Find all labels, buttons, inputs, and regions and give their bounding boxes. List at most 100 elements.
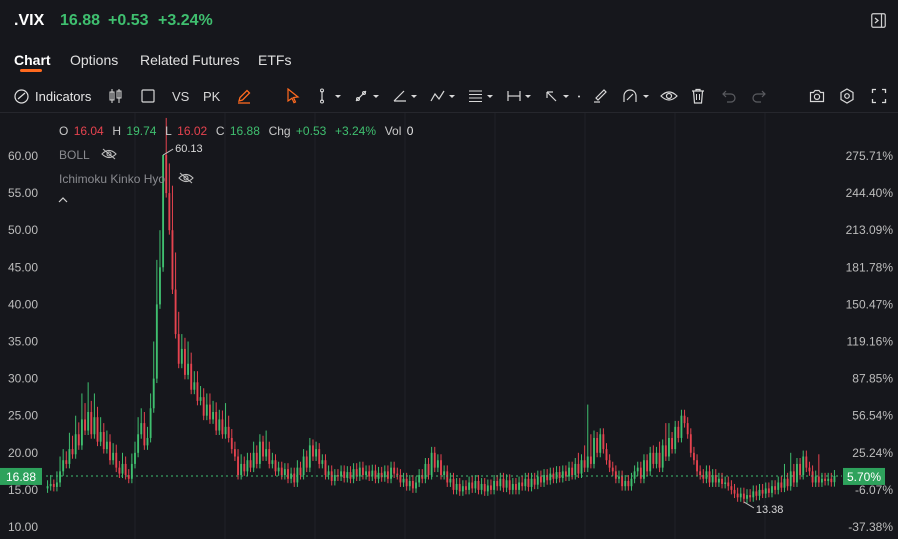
candle-body: [65, 460, 68, 464]
close-label: C: [215, 124, 225, 138]
vertical-line-tool[interactable]: [316, 87, 342, 105]
delete-drawings-button[interactable]: [691, 87, 705, 105]
candle-body: [233, 449, 236, 457]
candle-body: [418, 475, 421, 483]
boll-hidden-eye-icon[interactable]: [101, 148, 117, 160]
candle-body: [777, 482, 780, 490]
candle-body: [511, 483, 514, 490]
tab-related-futures[interactable]: Related Futures: [140, 52, 240, 68]
candle-body: [824, 478, 827, 481]
candle-body: [652, 452, 655, 464]
candle-body: [814, 476, 817, 483]
y-axis-pct-tick-label: 244.40%: [846, 186, 894, 200]
y-axis-tick-label: 20.00: [8, 446, 38, 460]
y-axis-tick-label: 50.00: [8, 223, 38, 237]
pattern-tool[interactable]: [430, 87, 456, 105]
candle-type-button[interactable]: [108, 87, 124, 105]
candle-body: [527, 478, 530, 487]
square-icon: [141, 89, 155, 103]
trend-line-tool[interactable]: [354, 87, 380, 105]
candle-body: [621, 476, 624, 487]
candle-body: [368, 471, 371, 477]
candle-body: [171, 230, 174, 290]
compare-vs-button[interactable]: VS: [172, 87, 189, 105]
undo-button[interactable]: [721, 87, 737, 105]
settings-button[interactable]: [839, 87, 855, 105]
cursor-tool-button[interactable]: [286, 87, 300, 105]
candlestick-icon: [109, 89, 122, 103]
candle-body: [571, 467, 574, 476]
candle-body: [46, 486, 49, 489]
y-axis-pct-tick-label: 275.71%: [846, 149, 894, 163]
arrow-tool[interactable]: [544, 87, 584, 105]
candle-body: [774, 486, 777, 490]
candle-body: [168, 193, 171, 231]
tab-etfs[interactable]: ETFs: [258, 52, 291, 68]
candle-body: [611, 467, 614, 472]
indicators-icon: [14, 88, 29, 104]
brush-tool[interactable]: [592, 87, 608, 105]
candle-body: [190, 363, 193, 390]
candle-body: [811, 471, 814, 483]
pk-label: PK: [203, 88, 221, 104]
ichimoku-hidden-eye-icon[interactable]: [178, 172, 194, 184]
candle-body: [283, 469, 286, 476]
tab-chart[interactable]: Chart: [14, 52, 51, 68]
candle-body: [771, 486, 773, 493]
max-price-label: 60.13: [175, 143, 203, 155]
collapse-panel-icon[interactable]: [871, 13, 886, 28]
y-axis-pct-tick-label: 25.24%: [852, 446, 893, 460]
candle-body: [87, 411, 90, 431]
candle-body: [262, 441, 264, 457]
candle-body: [312, 445, 314, 457]
magnet-tool[interactable]: [622, 87, 652, 105]
candle-body: [696, 460, 698, 472]
candle-body: [455, 483, 458, 490]
draw-pen-button[interactable]: [236, 87, 252, 105]
redo-button[interactable]: [751, 87, 767, 105]
screenshot-button[interactable]: [809, 87, 825, 105]
candle-body: [396, 473, 399, 476]
candle-body: [121, 463, 124, 474]
candle-body: [74, 434, 77, 455]
candle-body: [302, 456, 305, 476]
ichimoku-indicator-label[interactable]: Ichimoku Kinko Hyo: [59, 172, 165, 186]
candle-body: [742, 493, 745, 499]
y-axis-pct-tick-label: 119.16%: [847, 335, 894, 349]
candle-body: [55, 482, 58, 487]
candle-body: [430, 452, 433, 476]
pk-button[interactable]: PK: [203, 87, 220, 105]
candle-body: [118, 467, 121, 474]
candle-body: [240, 463, 243, 476]
y-axis-tick-label: 30.00: [8, 372, 38, 386]
candle-body: [255, 452, 258, 464]
collapse-indicators-chevron-up-icon[interactable]: [58, 196, 68, 204]
candle-body: [443, 471, 446, 476]
measure-tool[interactable]: [506, 87, 532, 105]
visibility-toggle[interactable]: [660, 87, 678, 105]
change-value: +0.53: [295, 124, 327, 138]
candle-body: [287, 469, 289, 479]
candle-body: [349, 472, 352, 479]
indicators-button[interactable]: Indicators: [14, 87, 91, 105]
candle-body: [468, 482, 471, 490]
candle-body: [180, 348, 183, 364]
y-axis-tick-label: 25.00: [8, 409, 38, 423]
candle-body: [296, 467, 299, 483]
candle-body: [686, 423, 689, 435]
drawing-toolbar: Indicators VS PK: [0, 82, 898, 110]
candle-body: [767, 488, 770, 493]
quote-header: .VIX 16.88 +0.53 +3.24%: [0, 0, 898, 42]
candle-body: [308, 445, 311, 468]
candle-body: [346, 472, 349, 479]
fullscreen-button[interactable]: [871, 87, 887, 105]
candle-body: [268, 449, 271, 464]
angle-tool[interactable]: [392, 87, 418, 105]
boll-indicator-label[interactable]: BOLL: [59, 148, 90, 162]
candle-body: [227, 426, 230, 438]
candle-body: [237, 456, 239, 476]
fib-tool[interactable]: [468, 87, 494, 105]
layout-button[interactable]: [141, 87, 155, 105]
candle-body: [258, 441, 261, 464]
tab-options[interactable]: Options: [70, 52, 118, 68]
